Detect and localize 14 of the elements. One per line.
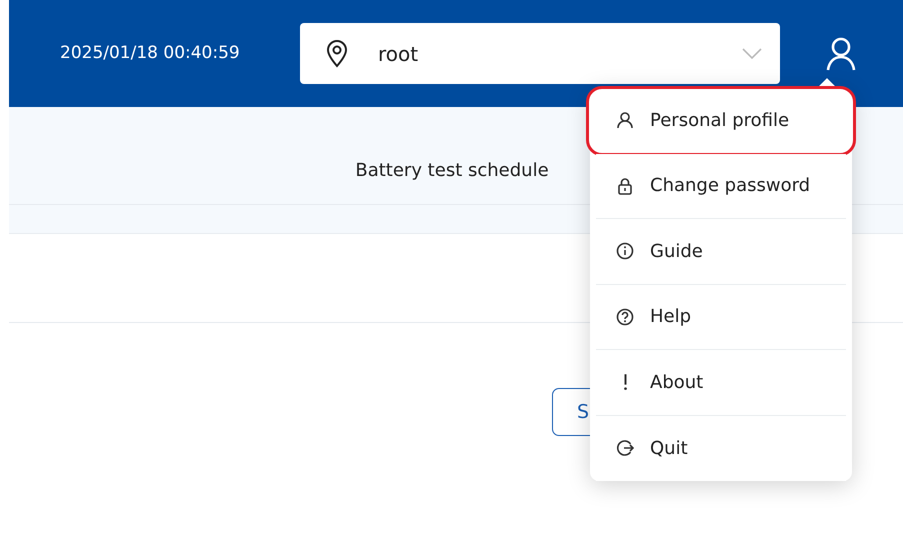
menu-item[interactable]: Personal profile (588, 88, 854, 154)
page-title: Battery test schedule (355, 159, 549, 183)
info-icon (616, 242, 634, 260)
lock-icon (616, 176, 634, 195)
chevron-down-icon (742, 48, 762, 60)
user-icon[interactable] (826, 36, 856, 70)
person-icon (616, 111, 634, 130)
exclamation-icon (624, 374, 627, 390)
location-select[interactable]: root (300, 23, 780, 84)
menu-item[interactable]: Change password (596, 154, 846, 219)
help-icon (616, 308, 634, 326)
logout-icon (616, 439, 634, 458)
location-pin-icon (326, 40, 348, 68)
date-time: 2025/01/18 00:40:59 (60, 42, 241, 65)
